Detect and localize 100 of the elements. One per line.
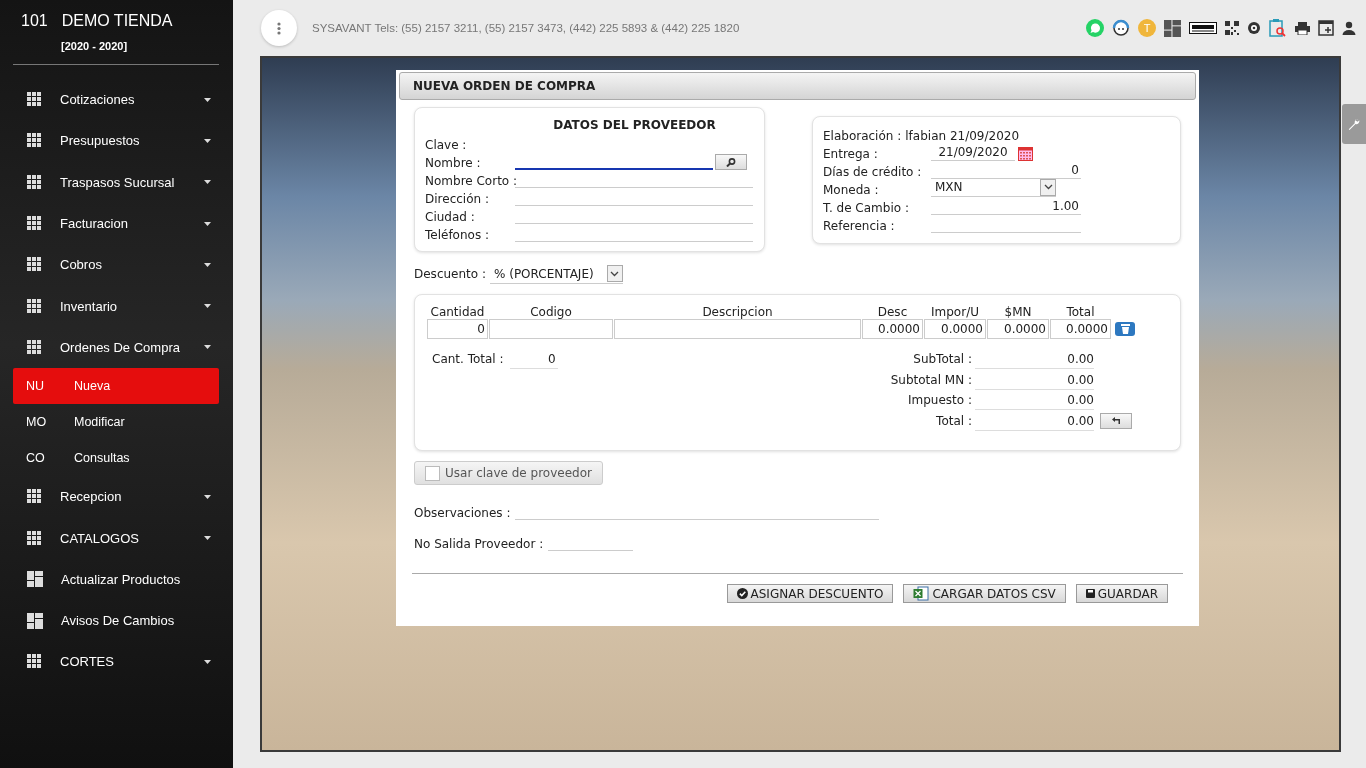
dashboard-icon [27, 571, 43, 588]
caret-icon [204, 345, 211, 350]
caret-icon [204, 262, 211, 267]
calendar-icon[interactable] [1018, 147, 1033, 161]
table-cell[interactable]: 0 [427, 319, 488, 339]
table-cell[interactable] [614, 319, 861, 339]
grid-icon [27, 257, 42, 273]
check-circle-icon [736, 588, 748, 599]
date-field[interactable]: 21/09/2020 [931, 143, 1015, 161]
delete-button[interactable] [1115, 322, 1135, 336]
discount-select[interactable]: % (PORCENTAJE) [490, 264, 623, 284]
support-icon[interactable] [1112, 19, 1130, 37]
column-header: Descripcion [701, 305, 774, 319]
field-label: No Salida Proveedor : [414, 537, 544, 551]
column-header: $MN [1003, 305, 1033, 319]
chevron-down-icon [1043, 184, 1053, 190]
currency-select[interactable]: MXN [931, 178, 1056, 197]
sidebar-item[interactable]: Facturacion [0, 202, 233, 245]
logo-icon[interactable] [1189, 22, 1217, 34]
field-label: Nombre Corto : [425, 174, 515, 188]
field-label: Entrega : [823, 147, 879, 161]
caret-icon [204, 221, 211, 226]
qr-code-icon[interactable] [1225, 21, 1239, 35]
grid-icon [27, 654, 42, 670]
sidebar-item[interactable]: Cobros [0, 244, 233, 286]
text-field[interactable]: 1.00 [931, 197, 1081, 215]
caret-icon [204, 97, 211, 102]
sidebar-item[interactable]: Cotizaciones [0, 79, 233, 121]
checkbox[interactable] [425, 465, 440, 481]
total-label: Subtotal MN : [889, 372, 973, 387]
table-cell[interactable]: 0.0000 [862, 319, 923, 339]
undo-icon [1111, 417, 1121, 425]
field-label: Elaboración : [823, 129, 902, 143]
table-cell[interactable]: 0.0000 [987, 319, 1049, 339]
floppy-icon [1085, 589, 1095, 598]
more-vertical-icon [277, 21, 281, 35]
action-button[interactable]: CARGAR DATOS CSV [903, 584, 1066, 603]
total-value: 0.00 [975, 349, 1094, 370]
field-label: Clave : [425, 138, 468, 152]
checkbox-button[interactable]: Usar clave de proveedor [414, 461, 603, 485]
field-value: lfabian 21/09/2020 [905, 129, 1020, 143]
field-label: Teléfonos : [425, 228, 490, 242]
field-label: Referencia : [823, 219, 896, 233]
table-cell[interactable]: 0.0000 [1050, 319, 1111, 339]
total-label: Impuesto : [907, 393, 973, 408]
sidebar-item[interactable]: Avisos De Cambios [0, 599, 233, 642]
column-header: Codigo [529, 305, 573, 319]
contact-info: SYSAVANT Tels: (55) 2157 3211, (55) 2157 3473, (442) 225 5893 & (442) 225 1820 [312, 22, 741, 34]
column-header: Total [1065, 305, 1096, 319]
table-cell[interactable]: 0.0000 [924, 319, 986, 339]
field-label: Nombre : [425, 156, 482, 170]
caret-icon [204, 304, 211, 309]
spreadsheet-icon [913, 586, 930, 601]
grid-icon [27, 489, 42, 505]
add-window-icon[interactable] [1318, 20, 1334, 36]
field-label: Moneda : [823, 183, 880, 197]
chevron-down-icon [610, 270, 620, 277]
printer-icon[interactable] [1295, 21, 1310, 35]
undo-button[interactable] [1100, 412, 1132, 429]
menu-button[interactable] [261, 10, 297, 46]
sidebar-item[interactable]: Traspasos Sucursal [0, 161, 233, 203]
grid-icon [27, 216, 42, 232]
grid-icon [27, 298, 42, 314]
sidebar-item[interactable]: Recepcion [0, 476, 233, 518]
column-header: Cantidad [429, 305, 486, 319]
action-button[interactable]: ASIGNAR DESCUENTO [726, 584, 894, 603]
sidebar-item[interactable]: Presupuestos [0, 120, 233, 162]
total-value: 0.00 [975, 390, 1094, 411]
sidebar-item[interactable]: CATALOGOS [0, 517, 233, 559]
field-label: Cant. Total : [432, 352, 504, 367]
column-header: Desc [876, 305, 909, 319]
table-cell[interactable] [489, 319, 613, 339]
field-label: Días de crédito : [823, 165, 923, 179]
sidebar-item[interactable]: CORTES [0, 641, 233, 683]
search-button[interactable] [715, 154, 747, 170]
sidebar-item[interactable]: Actualizar Productos [0, 558, 233, 600]
store-number: 101 [21, 12, 48, 30]
field-label: Descuento : [414, 267, 486, 281]
text-field[interactable]: 0 [931, 161, 1081, 179]
trash-icon [1120, 324, 1130, 334]
wheel-icon[interactable] [1247, 21, 1261, 35]
submenu-item[interactable]: MO Modificar [13, 404, 219, 441]
search-icon [726, 157, 736, 167]
clipboard-search-icon[interactable] [1269, 18, 1287, 38]
submenu-item[interactable]: NU Nueva [13, 368, 219, 405]
dashboard-icon[interactable] [1164, 19, 1181, 37]
sidebar-item[interactable]: Ordenes De Compra [0, 326, 233, 369]
field-label: T. de Cambio : [823, 201, 910, 215]
caret-icon [204, 659, 211, 664]
sidebar-item[interactable]: Inventario [0, 285, 233, 327]
chat-icon[interactable] [1086, 19, 1104, 37]
field-value: 0 [509, 349, 558, 370]
section-heading: DATOS DEL PROVEEDOR [552, 118, 717, 132]
grid-icon [27, 530, 42, 546]
submenu-item[interactable]: CO Consultas [13, 440, 219, 477]
settings-tab[interactable] [1342, 104, 1366, 144]
caret-icon [204, 138, 211, 143]
action-button[interactable]: GUARDAR [1075, 584, 1168, 603]
user-icon[interactable] [1342, 21, 1356, 35]
total-label: Total : [935, 413, 973, 428]
